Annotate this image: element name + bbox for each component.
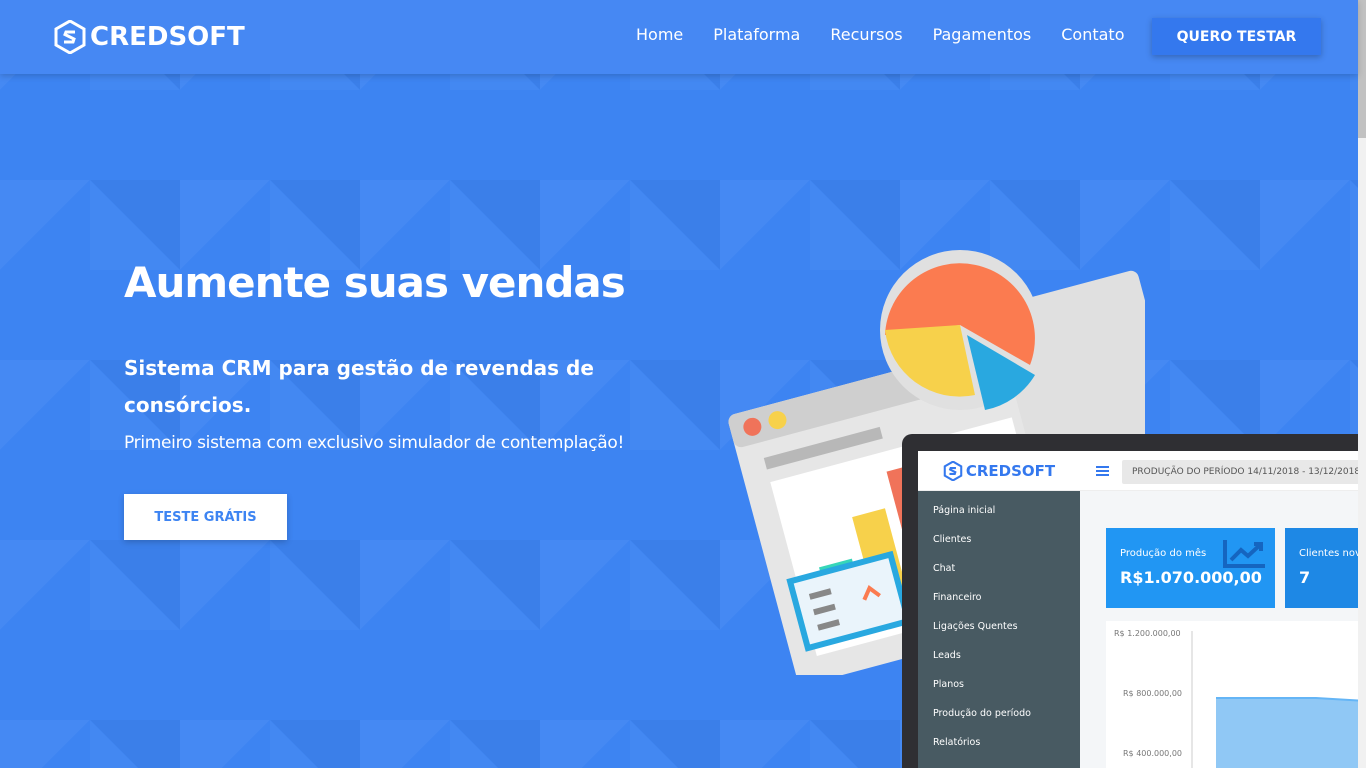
- hero-description: Primeiro sistema com exclusivo simulador…: [124, 433, 625, 453]
- chart-plot: [1191, 631, 1358, 768]
- scrollbar-thumb[interactable]: [1358, 0, 1366, 138]
- stat-card-producao: Produção do mês R$1.070.000,00: [1106, 528, 1275, 608]
- menu-item-chat[interactable]: Chat: [918, 554, 1080, 583]
- nav-plataforma[interactable]: Plataforma: [713, 24, 800, 46]
- stat-label: Clientes novos: [1299, 548, 1358, 559]
- app-topbar: PRODUÇÃO DO PERÍODO 14/11/2018 - 13/12/2…: [1080, 451, 1358, 491]
- nav-pagamentos[interactable]: Pagamentos: [933, 24, 1032, 46]
- menu-item-relatorios[interactable]: Relatórios: [918, 728, 1080, 757]
- teste-gratis-button[interactable]: TESTE GRÁTIS: [124, 494, 287, 540]
- menu-item-leads[interactable]: Leads: [918, 641, 1080, 670]
- nav-recursos[interactable]: Recursos: [830, 24, 902, 46]
- app-logo-text: CREDSOFT: [965, 461, 1056, 480]
- trend-up-icon: [1223, 540, 1265, 568]
- stat-card-clientes: Clientes novos 7: [1285, 528, 1358, 608]
- logo-shield-icon: [54, 20, 86, 54]
- brand-name: CREDSOFT: [90, 22, 245, 52]
- menu-icon[interactable]: [1096, 466, 1109, 476]
- hero-subtitle: Sistema CRM para gestão de revendas de c…: [124, 356, 594, 417]
- menu-item-financeiro[interactable]: Financeiro: [918, 583, 1080, 612]
- nav-links: Home Plataforma Recursos Pagamentos Cont…: [636, 24, 1154, 46]
- nav-home[interactable]: Home: [636, 24, 683, 46]
- menu-item-pagina-inicial[interactable]: Página inicial: [918, 496, 1080, 525]
- app-logo-icon: [943, 460, 963, 481]
- menu-item-clientes[interactable]: Clientes: [918, 525, 1080, 554]
- hero-title: Aumente suas vendas: [124, 258, 626, 307]
- production-chart: R$ 1.200.000,00 R$ 800.000,00 R$ 400.000…: [1106, 621, 1358, 768]
- stat-value: R$1.070.000,00: [1120, 568, 1262, 587]
- period-label: PRODUÇÃO DO PERÍODO 14/11/2018 - 13/12/2…: [1122, 460, 1358, 484]
- top-navbar: CREDSOFT Home Plataforma Recursos Pagame…: [0, 0, 1358, 74]
- app-screen: CREDSOFT PRODUÇÃO DO PERÍODO 14/11/2018 …: [918, 451, 1358, 768]
- scrollbar[interactable]: [1358, 0, 1366, 768]
- app-sidebar: Página inicial Clientes Chat Financeiro …: [918, 491, 1080, 768]
- app-logo: CREDSOFT: [918, 451, 1080, 491]
- menu-item-planos[interactable]: Planos: [918, 670, 1080, 699]
- stat-value: 7: [1299, 568, 1311, 587]
- brand-logo[interactable]: CREDSOFT: [54, 19, 245, 55]
- quero-testar-button[interactable]: QUERO TESTAR: [1152, 18, 1321, 55]
- menu-item-producao-periodo[interactable]: Produção do período: [918, 699, 1080, 728]
- app-main: Produção do mês R$1.070.000,00 Clientes …: [1080, 491, 1358, 768]
- menu-item-ligacoes-quentes[interactable]: Ligações Quentes: [918, 612, 1080, 641]
- nav-contato[interactable]: Contato: [1061, 24, 1124, 46]
